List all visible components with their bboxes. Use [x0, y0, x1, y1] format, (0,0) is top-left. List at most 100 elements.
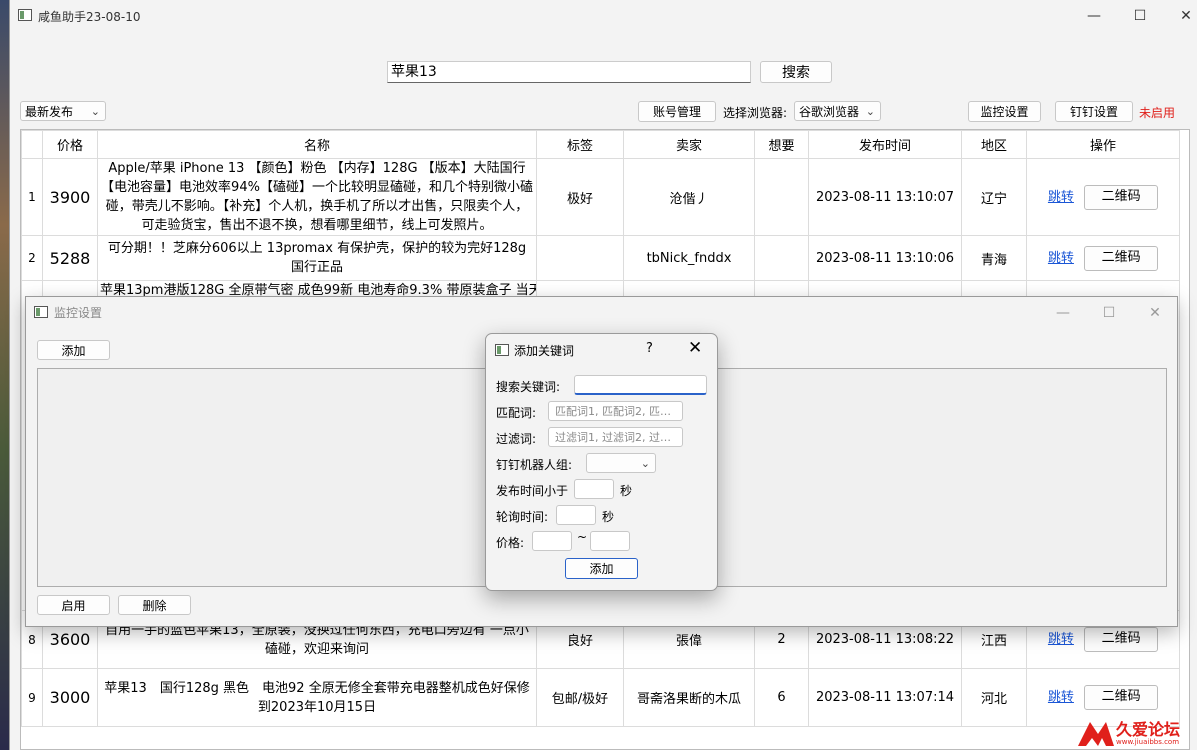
time-cell: 2023-08-11 13:07:14 [808, 668, 962, 727]
app-icon [495, 344, 509, 356]
price-label: 价格: [496, 536, 525, 550]
search-input[interactable]: 苹果13 [387, 61, 751, 83]
maximize-icon[interactable]: ☐ [1086, 297, 1132, 328]
column-header[interactable]: 卖家 [623, 130, 755, 159]
jump-link[interactable]: 跳转 [1048, 690, 1074, 705]
tag-cell: 极好 [536, 158, 624, 236]
search-button[interactable]: 搜索 [760, 61, 832, 83]
scrollbar-thumb[interactable] [1189, 144, 1190, 244]
watermark-url: www.jiuaibbs.com [1116, 738, 1180, 746]
search-keyword-label: 搜索关键词: [496, 380, 561, 394]
vertical-scrollbar[interactable] [1189, 130, 1190, 750]
monitor-delete-button[interactable]: 删除 [118, 595, 191, 615]
search-input-value: 苹果13 [391, 64, 437, 80]
close-icon[interactable]: ✕ [1163, 0, 1197, 31]
search-keyword-input[interactable] [574, 375, 707, 395]
filter-words-label: 过滤词: [496, 432, 537, 446]
dingtalk-status-text: 未启用 [1139, 106, 1176, 120]
column-header[interactable]: ⌃ 发布时间 [808, 130, 962, 159]
qrcode-button[interactable]: 二维码 [1084, 627, 1159, 652]
price-min-input[interactable] [532, 531, 572, 551]
price-cell: 3900 [42, 158, 98, 236]
column-header[interactable]: 价格 [42, 130, 98, 159]
column-header[interactable]: 标签 [536, 130, 624, 159]
sort-select-value: 最新发布 [25, 104, 74, 119]
match-words-input[interactable]: 匹配词1, 匹配词2, 匹… [548, 401, 683, 421]
name-cell: 苹果13 国行128g 黑色 电池92 全原无修全套带充电器整机成色好保修到20… [97, 668, 537, 727]
dingtalk-settings-button[interactable]: 钉钉设置 [1055, 101, 1133, 122]
table-header-row: 价格 名称 标签 卖家 想要 ⌃ 发布时间 地区 操作 [21, 130, 1180, 159]
minimize-icon[interactable]: — [1040, 297, 1086, 328]
column-header-label: 发布时间 [858, 139, 911, 154]
price-cell: 3000 [42, 668, 98, 727]
jump-link[interactable]: 跳转 [1048, 190, 1074, 205]
poll-time-label: 轮询时间: [496, 510, 549, 524]
corner-cell [21, 130, 43, 159]
name-cell: 可分期！！芝麻分606以上 13promax 有保护壳，保护的较为完好128g … [97, 235, 537, 281]
poll-time-input[interactable] [556, 505, 596, 525]
filter-words-input[interactable]: 过滤词1, 过滤词2, 过… [548, 427, 683, 447]
browser-label: 选择浏览器: [723, 106, 788, 120]
row-index: 9 [21, 668, 43, 727]
time-cell: 2023-08-11 13:10:07 [808, 158, 962, 236]
jump-link[interactable]: 跳转 [1048, 251, 1074, 266]
action-cell: 跳转 二维码 [1026, 235, 1180, 281]
sort-select[interactable]: 最新发布 ⌄ [20, 101, 106, 121]
jump-link[interactable]: 跳转 [1048, 632, 1074, 647]
browser-select[interactable]: 谷歌浏览器 ⌄ [794, 101, 881, 121]
time-cell: 2023-08-11 13:10:06 [808, 235, 962, 281]
monitor-settings-button[interactable]: 监控设置 [968, 101, 1041, 122]
dialog-add-button[interactable]: 添加 [565, 558, 638, 579]
minimize-icon[interactable]: — [1071, 0, 1117, 31]
main-window-title: 咸鱼助手23-08-10 [38, 10, 141, 24]
seller-cell: tbNick_fnddx [623, 235, 755, 281]
monitor-window-title: 监控设置 [54, 306, 103, 320]
row-index: 1 [21, 158, 43, 236]
column-header[interactable]: 地区 [961, 130, 1027, 159]
table-row[interactable]: 1 3900 Apple/苹果 iPhone 13 【颜色】粉色 【内存】128… [21, 158, 1180, 236]
want-cell: 6 [754, 668, 809, 727]
want-cell [754, 158, 809, 236]
browser-select-value: 谷歌浏览器 [799, 104, 860, 119]
match-words-label: 匹配词: [496, 406, 537, 420]
app-icon [18, 9, 32, 21]
chevron-down-icon: ⌄ [865, 105, 875, 118]
table-row[interactable]: 2 5288 可分期！！芝麻分606以上 13promax 有保护壳，保护的较为… [21, 235, 1180, 281]
robot-group-select[interactable]: ⌄ [586, 453, 656, 473]
poll-time-unit: 秒 [602, 510, 615, 524]
column-header[interactable]: 名称 [97, 130, 537, 159]
forum-logo-icon [1078, 722, 1114, 746]
app-icon [34, 306, 48, 318]
help-icon[interactable]: ? [646, 341, 653, 356]
close-icon[interactable]: ✕ [688, 338, 702, 358]
monitor-add-button[interactable]: 添加 [37, 340, 110, 360]
region-cell: 河北 [961, 668, 1027, 727]
dialog-title: 添加关键词 [514, 344, 575, 358]
want-cell [754, 235, 809, 281]
chevron-down-icon: ⌄ [90, 105, 100, 118]
column-header[interactable]: 想要 [754, 130, 809, 159]
region-cell: 辽宁 [961, 158, 1027, 236]
monitor-enable-button[interactable]: 启用 [37, 595, 110, 615]
watermark-logo: 久爱论坛 www.jiuaibbs.com [1076, 716, 1197, 750]
maximize-icon[interactable]: ☐ [1117, 0, 1163, 31]
price-cell: 5288 [42, 235, 98, 281]
column-header[interactable]: 操作 [1026, 130, 1180, 159]
publish-time-label: 发布时间小于 [496, 484, 569, 498]
tag-cell [536, 235, 624, 281]
account-manage-button[interactable]: 账号管理 [638, 101, 716, 122]
publish-time-input[interactable] [574, 479, 614, 499]
add-keyword-dialog: 添加关键词 ? ✕ 搜索关键词: 匹配词: 匹配词1, 匹配词2, 匹… 过滤词… [485, 333, 718, 591]
price-max-input[interactable] [590, 531, 630, 551]
seller-cell: 哥斋洛果断的木瓜 [623, 668, 755, 727]
name-cell: Apple/苹果 iPhone 13 【颜色】粉色 【内存】128G 【版本】大… [97, 158, 537, 236]
publish-time-unit: 秒 [620, 484, 633, 498]
qrcode-button[interactable]: 二维码 [1084, 685, 1159, 710]
table-row[interactable]: 9 3000 苹果13 国行128g 黑色 电池92 全原无修全套带充电器整机成… [21, 668, 1180, 727]
qrcode-button[interactable]: 二维码 [1084, 184, 1159, 210]
qrcode-button[interactable]: 二维码 [1084, 245, 1159, 271]
desktop-edge [0, 0, 9, 750]
row-index: 2 [21, 235, 43, 281]
seller-cell: 沧偕丿 [623, 158, 755, 236]
close-icon[interactable]: ✕ [1132, 297, 1178, 328]
